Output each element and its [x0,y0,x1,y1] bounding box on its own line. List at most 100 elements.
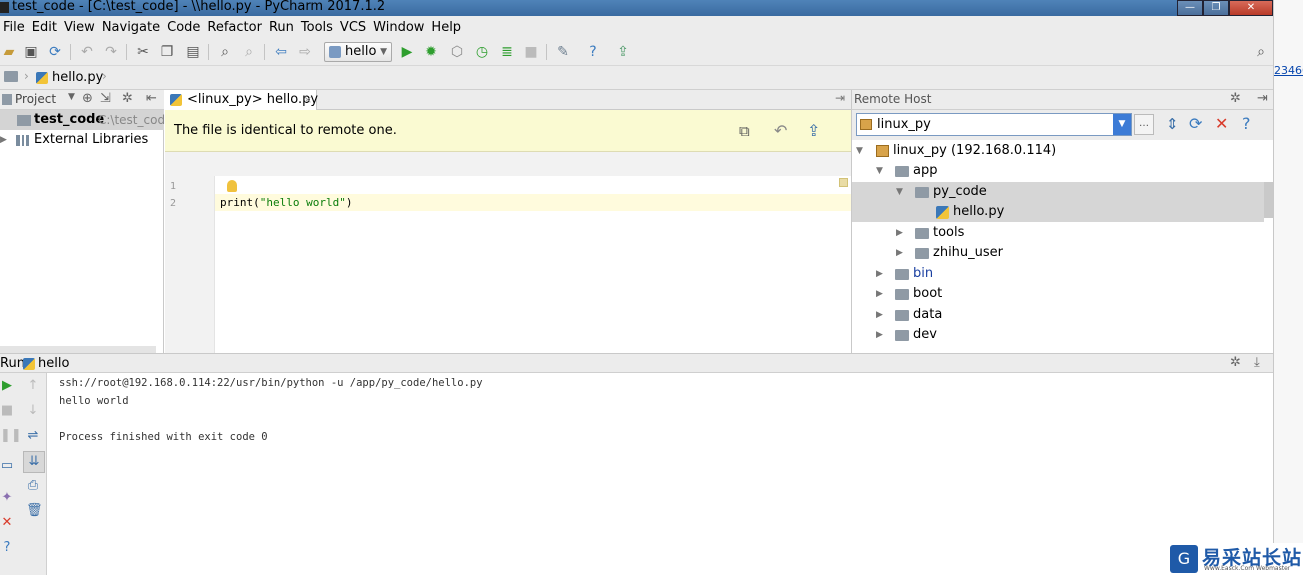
menu-help[interactable]: Help [428,20,464,35]
back-icon[interactable]: ⇦ [272,43,290,61]
menu-code[interactable]: Code [164,20,203,35]
editor-tab-hello-py[interactable]: <linux_py> hello.py × [165,90,318,110]
menu-navigate[interactable]: Navigate [99,20,163,35]
breadcrumb-file[interactable]: hello.py [52,70,103,85]
find-icon[interactable]: ⌕ [216,43,234,61]
window-controls: — ❐ ✕ [1177,0,1273,16]
inspection-status-icon[interactable] [839,178,848,187]
expand-arrow-icon[interactable]: ▶ [896,223,903,243]
run-panel-header: Run hello ✲ ⤓ [0,353,1273,373]
run-console[interactable]: ssh://root@192.168.0.114:22/usr/bin/pyth… [47,373,1273,575]
expand-arrow-icon[interactable]: ▼ [856,141,863,161]
expand-arrow-icon[interactable]: ▶ [876,284,883,304]
refresh-icon[interactable]: ⟳ [1189,114,1202,133]
save-icon[interactable]: ▣ [22,43,40,61]
clear-all-icon[interactable]: 🗑 [26,504,43,518]
pin-icon[interactable]: ✦ [0,491,14,505]
tree-label: bin [913,266,934,281]
chevron-down-icon[interactable]: ▼ [68,92,75,102]
split-tabs-icon[interactable]: ⇥ [835,91,845,105]
stop-icon[interactable]: ■ [522,43,540,61]
collapse-icon[interactable]: ⇕ [1166,115,1179,133]
vertical-scrollbar[interactable] [1264,182,1273,218]
libraries-icon [16,135,29,146]
paste-icon[interactable]: ▤ [184,43,202,61]
open-icon[interactable]: ▰ [0,43,18,61]
expand-arrow-icon[interactable]: ▶ [876,264,883,284]
rerun-icon[interactable]: ▶ [0,379,14,393]
sync-icon[interactable]: ⟳ [46,43,64,61]
pause-icon[interactable]: ❚❚ [0,429,22,443]
intention-bulb-icon[interactable] [227,180,237,192]
help-icon[interactable]: ? [1242,114,1251,133]
run-icon[interactable]: ▶ [398,43,416,61]
stop-icon[interactable]: ■ [0,404,14,418]
project-panel-title[interactable]: Project [15,92,56,106]
folder-icon[interactable] [4,71,18,82]
settings-wrench-icon[interactable]: ✎ [554,43,572,61]
gear-icon[interactable]: ✲ [122,91,133,106]
server-icon [860,119,872,130]
help-icon[interactable]: ? [584,43,602,61]
disconnect-icon[interactable]: ✕ [1215,114,1228,133]
replace-icon[interactable]: ⌕ [240,43,258,61]
menu-view[interactable]: View [61,20,98,35]
remote-deploy-icon[interactable]: ⇪ [614,43,632,61]
forward-icon[interactable]: ⇨ [296,43,314,61]
gear-icon[interactable]: ✲ [1230,355,1241,370]
revert-icon[interactable]: ↶ [774,121,787,140]
menu-tools[interactable]: Tools [298,20,336,35]
folder-icon [17,115,31,126]
layout-icon[interactable]: ▭ [0,459,14,473]
help-icon[interactable]: ? [0,541,14,555]
profile-icon[interactable]: ◷ [473,43,491,61]
remote-server-select[interactable]: linux_py ▼ [856,113,1132,136]
coverage-icon[interactable]: ⬡ [448,43,466,61]
minimize-button[interactable]: — [1177,0,1203,16]
expand-arrow-icon[interactable]: ▼ [876,161,883,181]
editor-tab-bar: <linux_py> hello.py × ⇥ [165,90,851,110]
menu-vcs[interactable]: VCS [337,20,369,35]
code-editor[interactable]: print("hello world") [215,176,851,353]
maximize-button[interactable]: ❐ [1203,0,1229,16]
browse-servers-button[interactable]: … [1134,114,1154,135]
print-icon[interactable]: ⎙ [26,479,40,493]
hide-panel-icon[interactable]: ⇥ [1257,91,1268,106]
run-config-name[interactable]: hello [38,356,69,371]
main-toolbar: ▰ ▣ ⟳ ↶ ↷ ✂ ❐ ▤ ⌕ ⌕ ⇦ ⇨ hello ▼ ▶ ✹ ⬡ ◷ … [0,38,1273,66]
soft-wrap-icon[interactable]: ⇌ [26,429,40,443]
horizontal-scrollbar[interactable] [0,346,156,353]
menu-run[interactable]: Run [266,20,297,35]
cut-icon[interactable]: ✂ [134,43,152,61]
close-icon[interactable]: ✕ [0,516,14,530]
copy-icon[interactable]: ❐ [158,43,176,61]
undo-icon[interactable]: ↶ [78,43,96,61]
search-everywhere-icon[interactable]: ⌕ [1252,43,1270,61]
expand-arrow-icon[interactable]: ▶ [0,130,7,150]
expand-arrow-icon[interactable]: ▶ [876,325,883,345]
upload-icon[interactable]: ⇪ [807,121,820,140]
locate-icon[interactable]: ⊕ [82,91,93,106]
menu-window[interactable]: Window [370,20,427,35]
down-arrow-icon[interactable]: ↓ [26,404,40,418]
compare-icon[interactable]: ⧉ [739,122,750,140]
menu-file[interactable]: File [0,20,28,35]
hide-panel-icon[interactable]: ⤓ [1254,355,1260,370]
run-configuration-select[interactable]: hello ▼ [324,42,392,62]
expand-arrow-icon[interactable]: ▶ [896,243,903,263]
expand-arrow-icon[interactable]: ▼ [896,182,903,202]
close-button[interactable]: ✕ [1229,0,1273,16]
expand-arrow-icon[interactable]: ▶ [876,305,883,325]
close-tab-icon[interactable]: × [303,90,312,110]
up-arrow-icon[interactable]: ↑ [26,379,40,393]
tree-item-external-libraries[interactable]: ▶ External Libraries [0,130,164,150]
menu-refactor[interactable]: Refactor [204,20,265,35]
redo-icon[interactable]: ↷ [102,43,120,61]
gear-icon[interactable]: ✲ [1230,91,1241,106]
tree-item-test-code[interactable]: test_code C:\test_code [0,110,172,130]
collapse-all-icon[interactable]: ⇲ [100,91,111,106]
debug-icon[interactable]: ✹ [422,43,440,61]
concurrency-icon[interactable]: ≣ [498,43,516,61]
hide-panel-icon[interactable]: ⇤ [146,91,157,106]
menu-edit[interactable]: Edit [29,20,60,35]
